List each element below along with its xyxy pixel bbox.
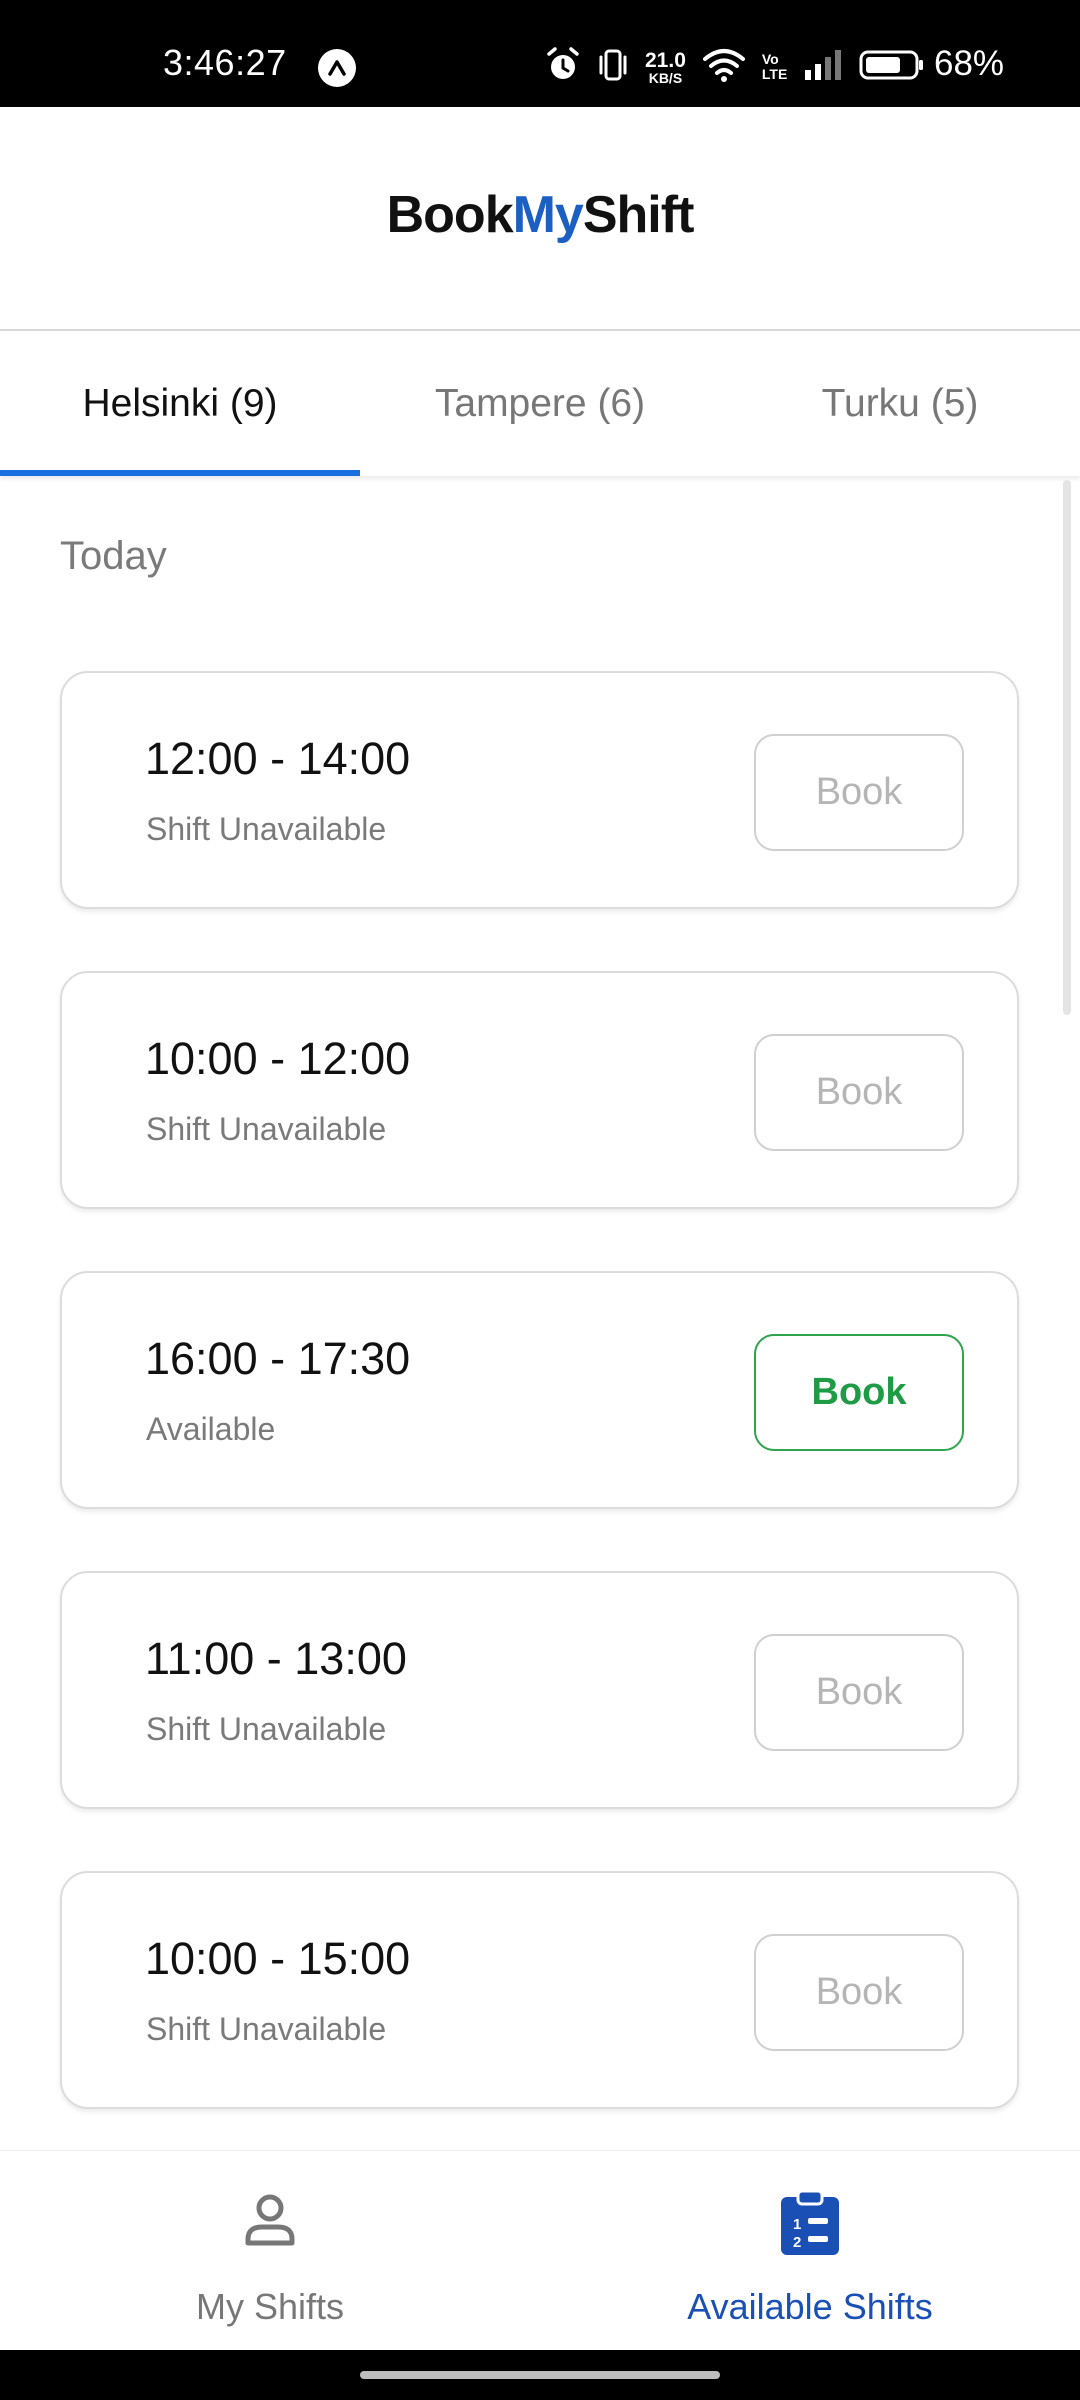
shift-time: 16:00 - 17:30 [145,1333,411,1384]
logo-book: Book [386,186,514,244]
status-bar: 3:46:27 21.0 KB/S Vo LTE 68% [0,0,1080,107]
system-gesture-bar [0,2350,1080,2400]
volte-bottom: LTE [761,66,788,82]
shift-time: 10:00 - 12:00 [145,1033,411,1084]
shift-list[interactable]: Today 12:00 - 14:00 Shift Unavailable Bo… [0,476,1080,2150]
logo-shift: Shift [582,186,695,244]
book-button[interactable]: Book [754,1934,964,2051]
shift-card: 16:00 - 17:30 Available Book [60,1271,1019,1509]
shift-time: 12:00 - 14:00 [145,733,411,784]
nav-my-shifts[interactable]: My Shifts [0,2151,540,2351]
app-icon [318,49,356,87]
shift-status: Shift Unavailable [146,1111,387,1147]
shift-card: 10:00 - 15:00 Shift Unavailable Book [60,1871,1019,2109]
clipboard-list-icon: 1 2 [778,2189,842,2261]
app-logo: BookMyShift [0,185,1080,245]
status-time: 3:46:27 [163,42,287,83]
book-button[interactable]: Book [754,1634,964,1751]
shift-status: Shift Unavailable [146,2011,387,2047]
alarm-icon [545,46,581,89]
battery-icon [859,49,925,86]
person-icon [240,2189,300,2253]
shift-time: 10:00 - 15:00 [145,1933,411,1984]
volte-top: Vo [761,51,779,68]
book-button[interactable]: Book [754,1334,964,1451]
tab-turku[interactable]: Turku (5) [720,332,1080,476]
app-header: BookMyShift [0,107,1080,331]
signal-icon [803,48,843,87]
tab-tampere[interactable]: Tampere (6) [360,332,720,476]
tab-helsinki[interactable]: Helsinki (9) [0,332,360,476]
shift-card: 12:00 - 14:00 Shift Unavailable Book [60,671,1019,909]
shift-status: Available [146,1411,276,1447]
app-screen: 3:46:27 21.0 KB/S Vo LTE 68% BookMyShift… [0,0,1080,2400]
shift-card: 11:00 - 13:00 Shift Unavailable Book [60,1571,1019,1809]
nav-label: Available Shifts [687,2286,933,2327]
wifi-icon [702,47,746,88]
section-title-today: Today [60,534,167,578]
logo-my: My [512,186,584,244]
shift-status: Shift Unavailable [146,1711,387,1747]
volte-indicator: Vo LTE [762,52,787,81]
net-speed-unit: KB/S [648,69,683,86]
scrollbar[interactable] [1063,480,1071,1015]
nav-available-shifts[interactable]: 1 2 Available Shifts [540,2151,1080,2351]
bottom-navigation: My Shifts 1 2 Available Shifts [0,2150,1080,2350]
svg-text:1: 1 [793,2216,801,2233]
net-speed-value: 21.0 [645,48,686,72]
net-speed: 21.0 KB/S [645,50,686,85]
shift-card: 10:00 - 12:00 Shift Unavailable Book [60,971,1019,1209]
shift-status: Shift Unavailable [146,811,387,847]
book-button[interactable]: Book [754,1034,964,1151]
vibrate-icon [597,47,629,88]
city-tabs: Helsinki (9) Tampere (6) Turku (5) [0,332,1080,476]
svg-text:2: 2 [793,2234,801,2251]
home-indicator[interactable] [360,2371,720,2379]
status-icons: 21.0 KB/S Vo LTE [545,44,925,90]
nav-label: My Shifts [195,2286,345,2327]
shift-time: 11:00 - 13:00 [145,1633,407,1684]
book-button[interactable]: Book [754,734,964,851]
battery-percent: 68% [934,44,1005,83]
